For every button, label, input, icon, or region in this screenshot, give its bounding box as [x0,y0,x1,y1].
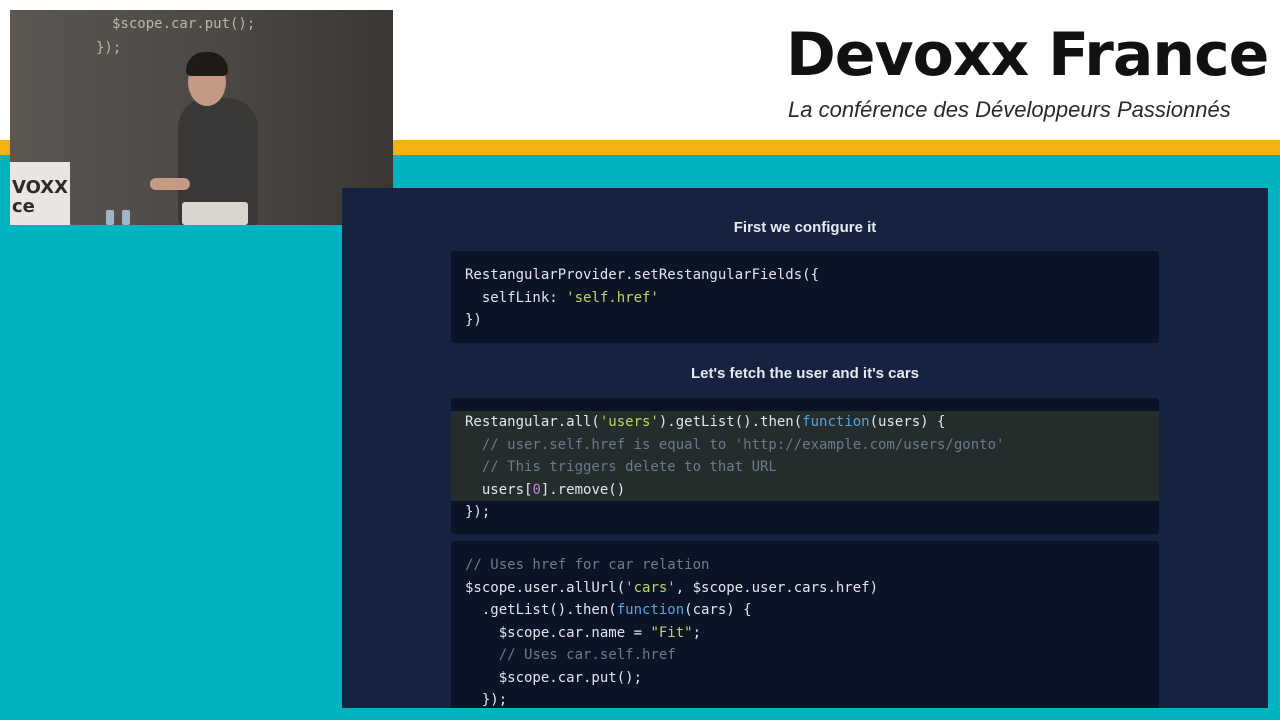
code-token: function [616,602,685,618]
code-token: (cars) { [684,602,752,618]
code-token: $scope.car.name = [465,624,651,641]
event-banner-text: VOXX ce [12,177,69,217]
code-line: $scope.car.name = "Fit"; [451,622,1159,645]
code-block-fetch-cars: // Uses href for car relation $scope.user… [451,541,1159,708]
code-line: // user.self.href is equal to 'http://ex… [451,433,1159,456]
code-token: users[ [465,481,533,498]
code-token: (users) { [869,414,946,430]
slide-heading: Let's fetch the user and it's cars [690,365,920,382]
presentation-slide: First we configure it RestangularProvide… [342,188,1268,708]
code-line: }); [451,689,1159,708]
code-token: }); [465,504,491,520]
code-line: $scope.user.allUrl('cars', $scope.user.c… [451,577,1159,600]
code-line: users[0].remove() [451,478,1159,501]
video-code-line: $scope.car.put(); [112,16,256,32]
code-token: }) [465,312,482,328]
code-token: 0 [532,481,541,498]
code-token: "Fit" [650,624,693,641]
code-block-config: RestangularProvider.setRestangularFields… [451,251,1159,343]
code-token: 'cars' [625,579,676,596]
code-token: function [802,414,870,430]
code-token: // This triggers delete to that URL [465,459,777,475]
code-line: // This triggers delete to that URL [451,456,1159,479]
code-line: // Uses car.self.href [451,644,1159,667]
laptop [182,202,248,225]
code-line: }); [451,501,1159,524]
code-token: selfLink: [465,289,567,306]
code-line: $scope.car.put(); [451,667,1159,690]
code-token: ; [692,624,702,641]
code-line: }) [451,309,1159,332]
code-line: .getList().then(function(cars) { [451,599,1159,622]
speaker-hair [186,52,228,76]
code-token: .getList().then( [465,602,617,618]
speaker-arm [150,178,190,190]
code-token: }); [465,692,508,708]
code-line: // Uses href for car relation [451,554,1159,577]
speaker-video: $scope.car.put(); }); VOXX ce [10,10,393,225]
code-token: ).getList().then( [658,414,803,430]
video-code-line: }); [96,40,122,56]
water-bottle [122,210,130,225]
slide-heading: First we configure it [733,219,877,236]
code-token: // Uses car.self.href [465,647,676,663]
code-token: , $scope.user.cars.href) [675,579,879,596]
water-bottle [106,210,114,225]
code-token: Restangular.all( [465,414,600,430]
brand-title: Devoxx France [786,20,1269,90]
code-token: $scope.user.allUrl( [465,579,626,596]
code-token: ].remove() [540,481,626,498]
code-token: 'self.href' [566,289,659,306]
code-token: RestangularProvider.setRestangularFields… [465,267,820,283]
brand-subtitle: La conférence des Développeurs Passionné… [788,97,1231,122]
code-token: $scope.car.put(); [465,669,643,686]
code-line: selfLink: 'self.href' [451,287,1159,310]
code-line: Restangular.all('users').getList().then(… [451,411,1159,434]
code-block-fetch-users: Restangular.all('users').getList().then(… [451,398,1159,534]
code-token: 'users' [599,414,659,430]
code-line: RestangularProvider.setRestangularFields… [451,264,1159,287]
code-token: // Uses href for car relation [465,557,710,573]
code-token: // user.self.href is equal to 'http://ex… [465,436,1005,453]
